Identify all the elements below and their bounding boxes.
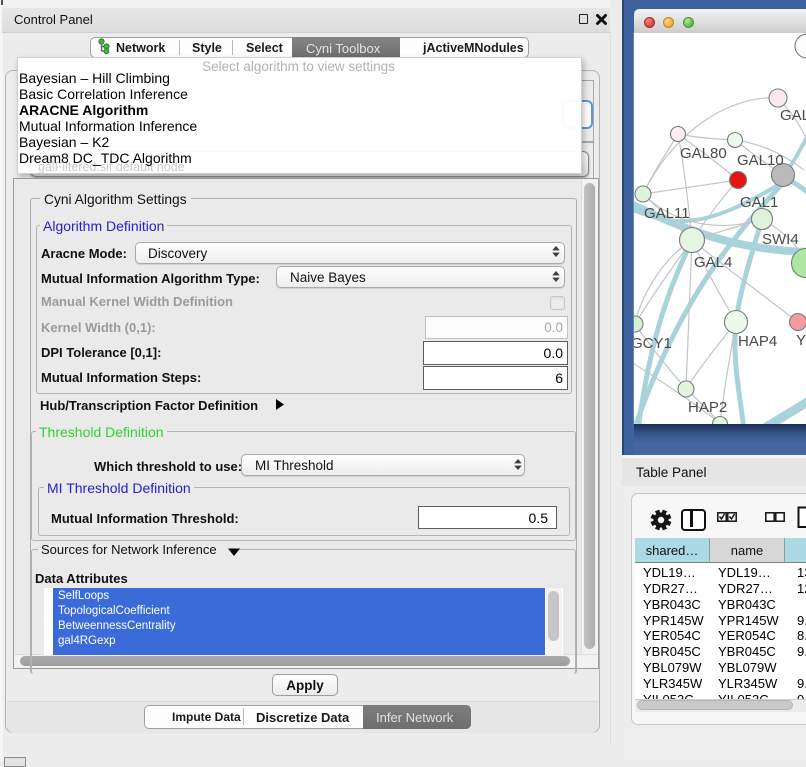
svg-text:GAL11: GAL11 [644,205,690,222]
svg-text:GAL10: GAL10 [737,152,784,169]
svg-text:HAP2: HAP2 [688,399,727,416]
svg-text:HAP4: HAP4 [738,333,777,350]
svg-text:Y: Y [796,332,806,349]
svg-text:GAL80: GAL80 [680,145,727,162]
svg-text:SWI4: SWI4 [762,231,799,248]
svg-text:GAL1: GAL1 [740,194,778,211]
svg-text:GAL4: GAL4 [694,254,732,271]
svg-text:GCY1: GCY1 [634,335,672,352]
svg-text:GAL7: GAL7 [780,107,806,124]
